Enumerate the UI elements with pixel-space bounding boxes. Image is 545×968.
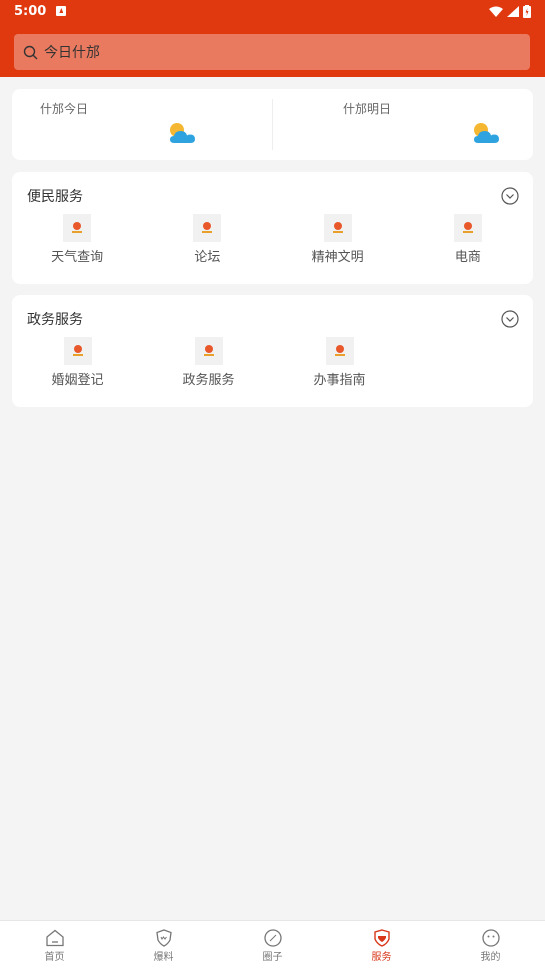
service-label: 电商 bbox=[454, 250, 481, 265]
service-label: 婚姻登记 bbox=[51, 373, 104, 388]
chevron-down-icon[interactable] bbox=[501, 310, 519, 328]
nav-label: 爆料 bbox=[153, 952, 174, 963]
signal-icon bbox=[507, 5, 519, 17]
shield-icon bbox=[155, 929, 172, 947]
nav-item-mine[interactable]: 我的 bbox=[436, 921, 545, 968]
nav-label: 首页 bbox=[44, 952, 65, 963]
service-badge-icon bbox=[373, 929, 390, 947]
nav-label: 圈子 bbox=[262, 952, 283, 963]
convenience-services-card: 便民服务 天气查询 论坛 精神文明 电商 bbox=[12, 172, 533, 284]
app-header: 5:00 今日什邡 bbox=[0, 0, 545, 77]
wifi-icon bbox=[489, 6, 503, 17]
partly-cloudy-icon bbox=[170, 123, 195, 143]
app-logo-icon bbox=[194, 337, 223, 365]
service-label: 政务服务 bbox=[182, 373, 235, 388]
search-icon bbox=[23, 45, 38, 59]
section-title: 便民服务 bbox=[27, 189, 83, 205]
weather-today[interactable]: 什邡今日 bbox=[12, 89, 272, 160]
weather-tomorrow[interactable]: 什邡明日 bbox=[273, 89, 533, 160]
status-icons bbox=[489, 4, 531, 18]
service-item-guide[interactable]: 办事指南 bbox=[274, 337, 405, 388]
weather-today-label: 什邡今日 bbox=[40, 102, 89, 116]
service-label: 天气查询 bbox=[51, 250, 104, 265]
app-logo-icon bbox=[453, 214, 482, 242]
status-bar: 5:00 bbox=[0, 0, 545, 22]
nav-label: 服务 bbox=[371, 952, 392, 963]
service-label: 办事指南 bbox=[313, 373, 366, 388]
weather-tomorrow-label: 什邡明日 bbox=[343, 102, 392, 116]
app-logo-icon bbox=[325, 337, 354, 365]
home-icon bbox=[45, 929, 64, 947]
app-logo-icon bbox=[323, 214, 352, 242]
government-services-card: 政务服务 婚姻登记 政务服务 办事指南 bbox=[12, 295, 533, 407]
nav-item-home[interactable]: 首页 bbox=[0, 921, 109, 968]
nav-item-circle[interactable]: 圈子 bbox=[218, 921, 327, 968]
service-item-weather[interactable]: 天气查询 bbox=[12, 214, 142, 265]
service-item-marriage[interactable]: 婚姻登记 bbox=[12, 337, 143, 388]
section-title: 政务服务 bbox=[27, 312, 83, 328]
search-placeholder: 今日什邡 bbox=[44, 45, 100, 61]
partly-cloudy-icon bbox=[474, 123, 499, 143]
service-label: 论坛 bbox=[194, 250, 221, 265]
service-grid: 天气查询 论坛 精神文明 电商 bbox=[12, 214, 533, 265]
weather-card: 什邡今日 什邡明日 bbox=[12, 89, 533, 160]
app-logo-icon bbox=[63, 214, 92, 242]
app-logo-icon bbox=[63, 337, 92, 365]
nav-item-service[interactable]: 服务 bbox=[327, 921, 436, 968]
chevron-down-icon[interactable] bbox=[501, 187, 519, 205]
face-icon bbox=[481, 929, 500, 947]
service-item-ecommerce[interactable]: 电商 bbox=[403, 214, 533, 265]
service-item-forum[interactable]: 论坛 bbox=[142, 214, 272, 265]
app-logo-icon bbox=[193, 214, 222, 242]
nav-item-report[interactable]: 爆料 bbox=[109, 921, 218, 968]
service-label: 精神文明 bbox=[311, 250, 364, 265]
service-item-government[interactable]: 政务服务 bbox=[143, 337, 274, 388]
compass-icon bbox=[263, 929, 282, 947]
nav-label: 我的 bbox=[480, 952, 501, 963]
service-grid: 婚姻登记 政务服务 办事指南 bbox=[12, 337, 533, 388]
notification-icon bbox=[56, 6, 67, 16]
service-item-civilization[interactable]: 精神文明 bbox=[273, 214, 403, 265]
status-time: 5:00 bbox=[14, 3, 47, 19]
bottom-nav: 首页 爆料 圈子 服务 我的 bbox=[0, 920, 545, 968]
battery-icon bbox=[523, 4, 531, 18]
search-input[interactable]: 今日什邡 bbox=[14, 34, 530, 70]
